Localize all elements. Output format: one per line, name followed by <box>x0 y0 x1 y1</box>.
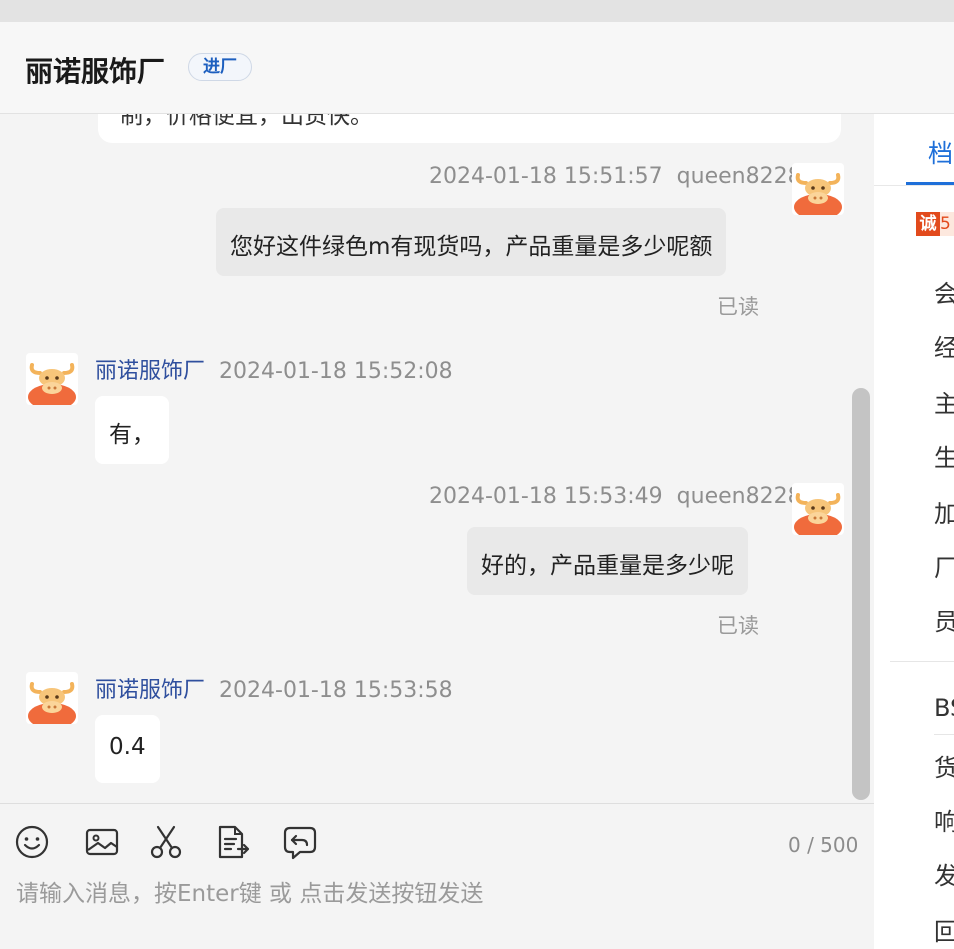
avatar[interactable] <box>26 353 78 410</box>
message-bubble[interactable]: 有， <box>95 396 169 464</box>
message-composer: 0 / 500 <box>0 803 874 949</box>
integrity-years: 5 <box>940 212 954 236</box>
page-title: 丽诺服饰厂 <box>25 55 166 88</box>
message-input[interactable] <box>16 876 856 912</box>
info-item: 回 <box>934 918 954 946</box>
message-sender[interactable]: 丽诺服饰厂 <box>95 678 205 703</box>
info-item: 员 <box>934 608 954 636</box>
info-item: 经 <box>934 334 954 362</box>
message-meta: 2024-01-18 15:53:49 queen8228 <box>429 484 802 509</box>
bull-avatar-icon <box>26 353 78 410</box>
message-sender: queen8228 <box>676 164 802 189</box>
emoji-button[interactable] <box>14 824 50 860</box>
divider <box>890 661 954 662</box>
chat-scrollbar[interactable] <box>852 388 870 800</box>
message-bubble[interactable]: 您好这件绿色m有现货吗，产品重量是多少呢额 <box>216 208 727 276</box>
info-item: 货 <box>934 754 954 782</box>
shop-info-panel: 档 诚 5 会 经 主 生 加 厂 员 BS 货 响 发 回 <box>874 114 954 949</box>
chat-header: 丽诺服饰厂 进厂 <box>0 22 954 114</box>
recall-icon <box>283 826 317 860</box>
message-bubble[interactable]: 0.4 <box>95 715 160 783</box>
avatar[interactable] <box>792 483 844 540</box>
divider <box>874 185 954 186</box>
order-button[interactable] <box>214 824 250 860</box>
message-time: 2024-01-18 15:53:58 <box>219 678 453 703</box>
message-list[interactable]: 制，价格便宜，出货快。 2024-01-18 15:51:57 queen822… <box>0 114 874 803</box>
avatar[interactable] <box>26 672 78 729</box>
message-meta: 2024-01-18 15:51:57 queen8228 <box>429 164 802 189</box>
message-text: 好的，产品重量是多少呢 <box>481 553 734 579</box>
divider <box>934 734 954 735</box>
message-text: 制，价格便宜，出货快。 <box>120 114 373 129</box>
avatar[interactable] <box>792 163 844 220</box>
tab-profile[interactable]: 档 <box>928 134 953 170</box>
image-button[interactable] <box>84 824 120 860</box>
message-text: 您好这件绿色m有现货吗，产品重量是多少呢额 <box>230 234 713 260</box>
info-item: 生 <box>934 444 954 472</box>
info-item: 加 <box>934 500 954 528</box>
scissors-icon <box>150 825 182 859</box>
message-sender: queen8228 <box>676 484 802 509</box>
message-time: 2024-01-18 15:52:08 <box>219 359 453 384</box>
message-time: 2024-01-18 15:51:57 <box>429 164 663 189</box>
message-bubble-previous: 制，价格便宜，出货快。 <box>98 114 841 143</box>
info-item: 发 <box>934 862 954 890</box>
read-status: 已读 <box>717 614 759 638</box>
emoji-icon <box>15 825 49 859</box>
enter-factory-button[interactable]: 进厂 <box>188 53 252 81</box>
image-icon <box>85 828 119 856</box>
message-text: 0.4 <box>109 734 146 760</box>
message-time: 2024-01-18 15:53:49 <box>429 484 663 509</box>
info-item: 厂 <box>934 554 954 582</box>
character-counter: 0 / 500 <box>788 833 859 857</box>
bull-avatar-icon <box>26 672 78 729</box>
screenshot-button[interactable] <box>148 824 184 860</box>
read-status: 已读 <box>717 295 759 319</box>
message-meta: 丽诺服饰厂 2024-01-18 15:53:58 <box>95 672 453 704</box>
info-item: 会 <box>934 280 954 308</box>
message-bubble[interactable]: 好的，产品重量是多少呢 <box>467 527 748 595</box>
message-sender[interactable]: 丽诺服饰厂 <box>95 359 205 384</box>
bull-avatar-icon <box>792 163 844 220</box>
window-top-strip <box>0 0 954 22</box>
integrity-badge-icon: 诚 <box>916 212 940 236</box>
info-item: 主 <box>934 390 954 418</box>
quick-reply-button[interactable] <box>282 824 318 860</box>
bull-avatar-icon <box>792 483 844 540</box>
info-item: BS <box>934 694 954 722</box>
message-text: 有， <box>109 422 155 448</box>
info-item: 响 <box>934 808 954 836</box>
document-icon <box>218 825 250 859</box>
message-meta: 丽诺服饰厂 2024-01-18 15:52:08 <box>95 353 453 385</box>
